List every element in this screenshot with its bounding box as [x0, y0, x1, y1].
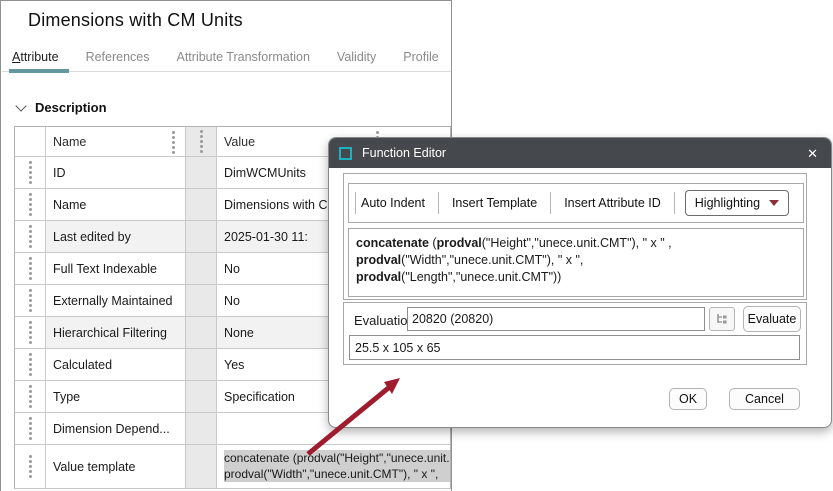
row-separator-cell	[186, 189, 217, 220]
row-grip-cell[interactable]	[15, 317, 46, 348]
row-grip-cell[interactable]	[15, 445, 46, 488]
toolbar-separator	[438, 192, 439, 214]
row-separator-cell	[186, 253, 217, 284]
column-menu-icon[interactable]	[200, 140, 203, 143]
tab-bar: Attribute References Attribute Transformat…	[2, 47, 451, 72]
ok-button[interactable]: OK	[669, 388, 707, 410]
row-name-cell[interactable]: ID	[46, 157, 186, 188]
row-drag-icon[interactable]	[29, 427, 32, 430]
row-name-cell[interactable]: Value template	[46, 445, 186, 488]
row-separator-cell	[186, 381, 217, 412]
selected-formula-text[interactable]: concatenate (prodval("Height","unece.uni…	[224, 450, 450, 482]
row-grip-cell[interactable]	[15, 157, 46, 188]
tab-attribute-transformation[interactable]: Attribute Transformation	[177, 50, 310, 71]
table-row: Value template concatenate (prodval("Heig…	[15, 445, 450, 489]
header-grip-cell	[15, 127, 46, 156]
row-grip-cell[interactable]	[15, 413, 46, 444]
row-grip-cell[interactable]	[15, 253, 46, 284]
hierarchy-icon	[715, 313, 729, 325]
dialog-title: Function Editor	[362, 146, 446, 160]
description-section-header[interactable]: Description	[15, 100, 107, 115]
row-name-cell[interactable]: Last edited by	[46, 221, 186, 252]
toolbar-separator	[550, 192, 551, 214]
evaluate-button[interactable]: Evaluate	[743, 306, 801, 332]
row-grip-cell[interactable]	[15, 381, 46, 412]
insert-template-button[interactable]: Insert Template	[447, 196, 542, 210]
row-grip-cell[interactable]	[15, 349, 46, 380]
header-separator-cell[interactable]	[186, 127, 217, 156]
evaluation-node-value: 20820 (20820)	[412, 312, 493, 326]
tab-references[interactable]: References	[86, 50, 150, 71]
row-value-cell[interactable]: concatenate (prodval("Height","unece.uni…	[217, 445, 450, 488]
evaluation-result-value: 25.5 x 105 x 65	[355, 341, 440, 355]
row-name-cell[interactable]: Name	[46, 189, 186, 220]
browse-hierarchy-button[interactable]	[709, 307, 735, 331]
tab-profile[interactable]: Profile	[403, 50, 438, 71]
row-drag-icon[interactable]	[29, 203, 32, 206]
highlighting-label: Highlighting	[695, 196, 766, 210]
row-name-cell[interactable]: Type	[46, 381, 186, 412]
row-drag-icon[interactable]	[29, 363, 32, 366]
evaluation-result-field[interactable]: 25.5 x 105 x 65	[349, 335, 800, 360]
chevron-down-icon[interactable]	[15, 100, 26, 111]
editor-toolbar: Auto Indent Insert Template Insert Attribu…	[348, 183, 804, 223]
row-name-cell[interactable]: Calculated	[46, 349, 186, 380]
row-separator-cell	[186, 445, 217, 488]
row-separator-cell	[186, 413, 217, 444]
row-grip-cell[interactable]	[15, 189, 46, 220]
code-panel: Auto Indent Insert Template Insert Attribu…	[343, 173, 807, 300]
page-title: Dimensions with CM Units	[28, 10, 243, 31]
code-line: prodval("Length","unece.unit.CMT"))	[356, 269, 796, 286]
auto-indent-button[interactable]: Auto Indent	[356, 196, 430, 210]
code-line: concatenate (prodval("Height","unece.uni…	[356, 235, 796, 252]
evaluation-panel: Evaluation Node 20820 (20820) Evaluate 2…	[343, 302, 807, 365]
header-name-label: Name	[53, 135, 86, 149]
row-name-cell[interactable]: Hierarchical Filtering	[46, 317, 186, 348]
dialog-titlebar[interactable]: Function Editor ✕	[329, 138, 831, 168]
evaluation-node-input[interactable]: 20820 (20820)	[407, 307, 705, 331]
row-drag-icon[interactable]	[29, 465, 32, 468]
row-separator-cell	[186, 221, 217, 252]
row-drag-icon[interactable]	[29, 235, 32, 238]
close-icon[interactable]: ✕	[807, 147, 818, 160]
row-drag-icon[interactable]	[29, 395, 32, 398]
column-menu-icon[interactable]	[172, 141, 175, 144]
app-icon	[339, 147, 352, 160]
row-name-cell[interactable]: Dimension Depend...	[46, 413, 186, 444]
row-grip-cell[interactable]	[15, 285, 46, 316]
row-drag-icon[interactable]	[29, 267, 32, 270]
toolbar-separator	[674, 192, 675, 214]
row-name-cell[interactable]: Full Text Indexable	[46, 253, 186, 284]
header-name-cell[interactable]: Name	[46, 127, 186, 156]
highlighting-dropdown[interactable]: Highlighting	[685, 190, 789, 216]
section-title: Description	[35, 100, 107, 115]
code-line: prodval("Width","unece.unit.CMT"), " x "…	[356, 252, 796, 269]
function-editor-dialog: Function Editor ✕ Auto Indent Insert Temp…	[328, 137, 832, 428]
row-drag-icon[interactable]	[29, 299, 32, 302]
row-separator-cell	[186, 317, 217, 348]
tab-validity[interactable]: Validity	[337, 50, 376, 71]
header-value-label: Value	[224, 135, 255, 149]
row-drag-icon[interactable]	[29, 171, 32, 174]
row-grip-cell[interactable]	[15, 221, 46, 252]
tab-attribute[interactable]: Attribute	[12, 50, 59, 71]
insert-attribute-id-button[interactable]: Insert Attribute ID	[559, 196, 666, 210]
row-name-cell[interactable]: Externally Maintained	[46, 285, 186, 316]
cancel-button[interactable]: Cancel	[729, 388, 800, 410]
chevron-down-icon	[769, 200, 779, 206]
row-drag-icon[interactable]	[29, 331, 32, 334]
formula-code-editor[interactable]: concatenate (prodval("Height","unece.uni…	[348, 228, 804, 297]
row-separator-cell	[186, 285, 217, 316]
row-separator-cell	[186, 157, 217, 188]
row-separator-cell	[186, 349, 217, 380]
